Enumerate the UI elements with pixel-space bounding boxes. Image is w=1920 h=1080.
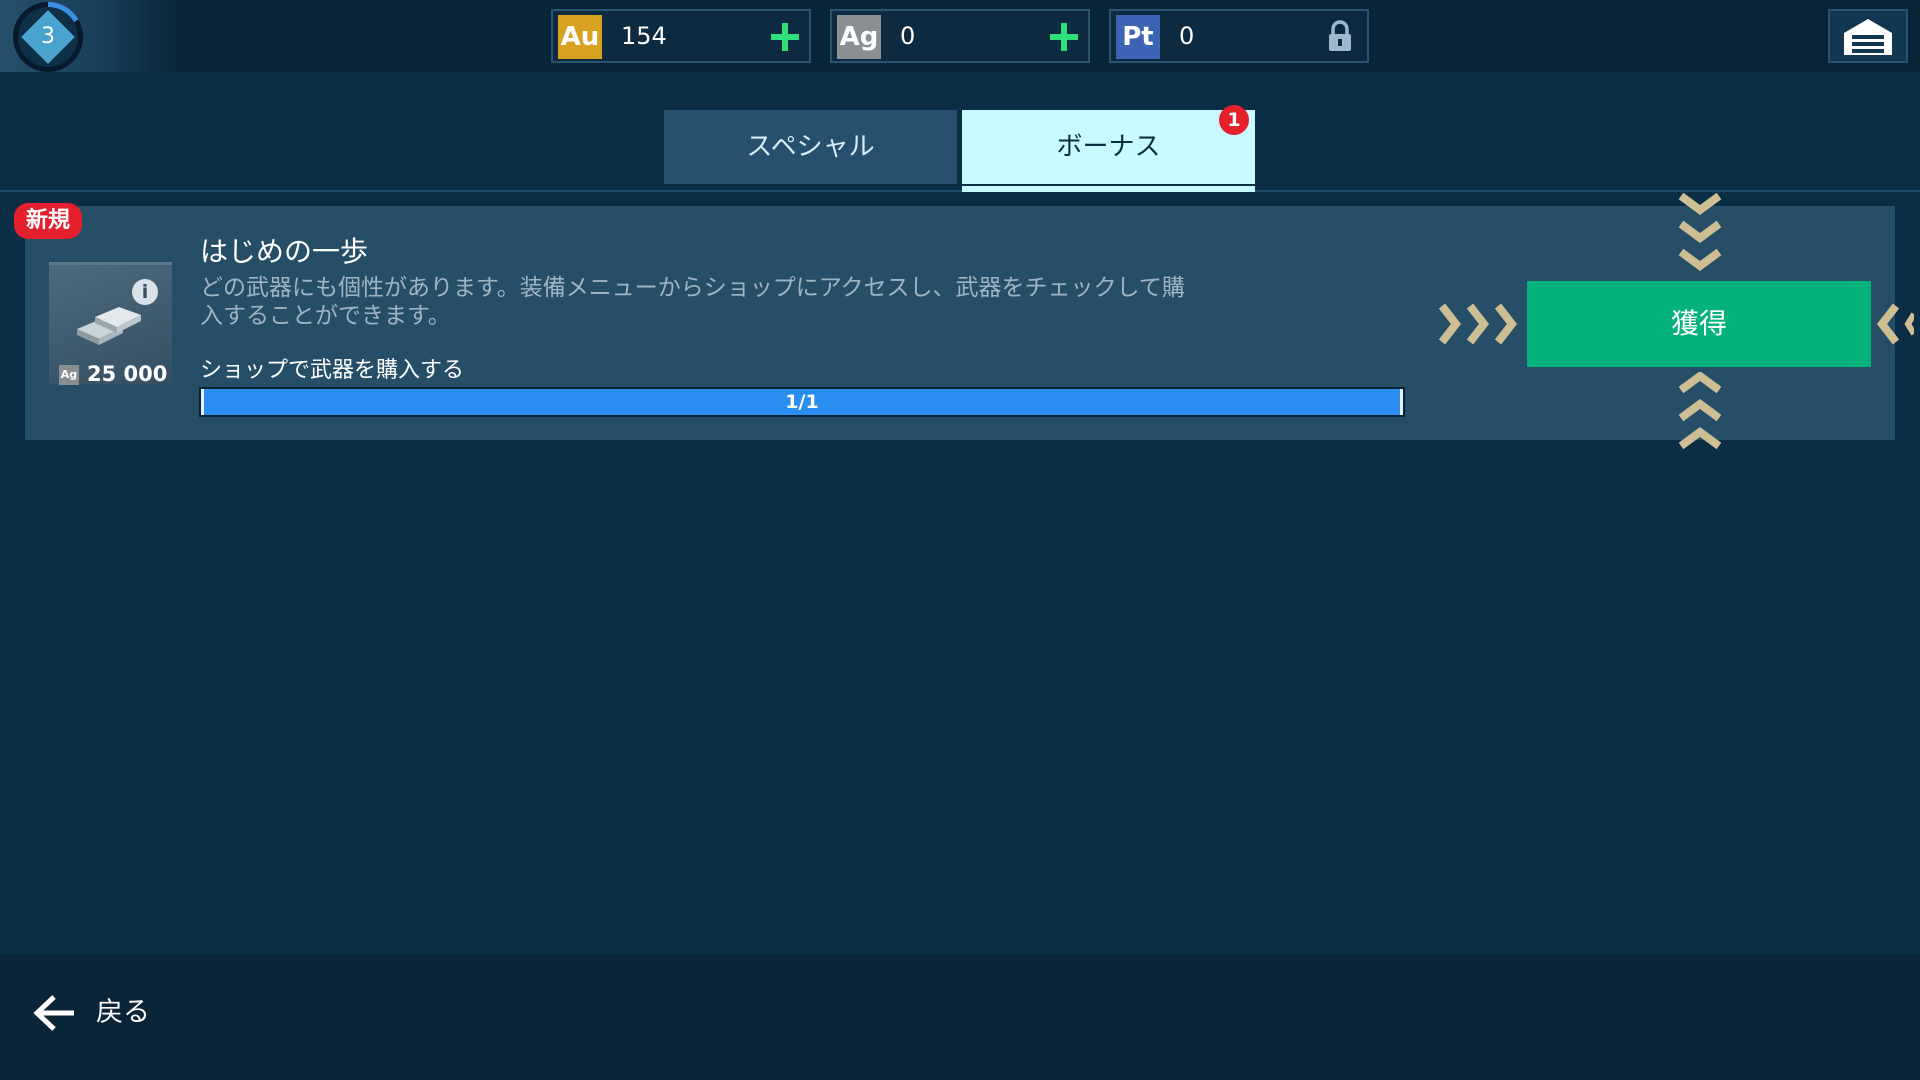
quest-description-line2: 入することができます。 bbox=[200, 303, 451, 329]
reward-currency-icon: Ag bbox=[59, 365, 79, 385]
garage-icon bbox=[1844, 19, 1892, 55]
currency-platinum: Pt 0 bbox=[1109, 9, 1369, 63]
tab-divider bbox=[0, 190, 1920, 192]
progress-text: 1/1 bbox=[785, 391, 819, 413]
top-bar: 3 Au 154 Ag 0 Pt 0 bbox=[0, 0, 1920, 72]
gold-amount: 154 bbox=[621, 22, 667, 50]
reward-amount: 25 000 bbox=[87, 362, 168, 386]
add-silver-button[interactable] bbox=[1050, 23, 1078, 51]
silver-amount: 0 bbox=[900, 22, 916, 50]
new-badge: 新規 bbox=[14, 203, 82, 239]
add-gold-button[interactable] bbox=[771, 23, 799, 51]
bottom-bar bbox=[0, 954, 1920, 1080]
garage-button[interactable] bbox=[1828, 9, 1908, 63]
currency-gold: Au 154 bbox=[551, 9, 811, 63]
tab-bonus[interactable]: ボーナス bbox=[962, 110, 1255, 184]
notification-badge: 1 bbox=[1219, 105, 1249, 135]
player-level: 3 bbox=[41, 24, 55, 49]
active-tab-underline bbox=[962, 186, 1255, 192]
quest-description-line1: どの武器にも個性があります。装備メニューからショップにアクセスし、武器をチェック… bbox=[200, 275, 1185, 301]
reward-box[interactable]: i Ag 25 000 bbox=[49, 262, 172, 386]
level-progress-ring: 3 bbox=[13, 2, 83, 72]
silver-bars-icon bbox=[77, 307, 141, 345]
player-level-area[interactable]: 3 bbox=[0, 0, 180, 72]
quest-title: はじめの一歩 bbox=[200, 235, 369, 268]
chevrons-up-icon bbox=[1678, 372, 1722, 450]
platinum-icon: Pt bbox=[1116, 15, 1160, 59]
gold-icon: Au bbox=[558, 15, 602, 59]
chevrons-left-icon bbox=[1876, 303, 1914, 345]
lock-icon bbox=[1329, 20, 1351, 51]
chevrons-down-icon bbox=[1678, 192, 1722, 271]
tab-special[interactable]: スペシャル bbox=[664, 110, 957, 184]
chevrons-right-icon bbox=[1438, 303, 1518, 345]
quest-progress-bar: 1/1 bbox=[199, 387, 1405, 417]
quest-screen: 3 Au 154 Ag 0 Pt 0 スペシャル ボーナス 1 新規 i Ag … bbox=[0, 0, 1920, 1080]
claim-button[interactable]: 獲得 bbox=[1527, 281, 1871, 367]
silver-icon: Ag bbox=[837, 15, 881, 59]
platinum-amount: 0 bbox=[1179, 22, 1195, 50]
back-label: 戻る bbox=[96, 997, 150, 1028]
quest-description: どの武器にも個性があります。装備メニューからショップにアクセスし、武器をチェック… bbox=[200, 274, 1240, 330]
quest-task: ショップで武器を購入する bbox=[200, 358, 465, 383]
back-arrow-icon bbox=[33, 995, 74, 1031]
back-button[interactable]: 戻る bbox=[32, 990, 172, 1036]
currency-silver: Ag 0 bbox=[830, 9, 1090, 63]
